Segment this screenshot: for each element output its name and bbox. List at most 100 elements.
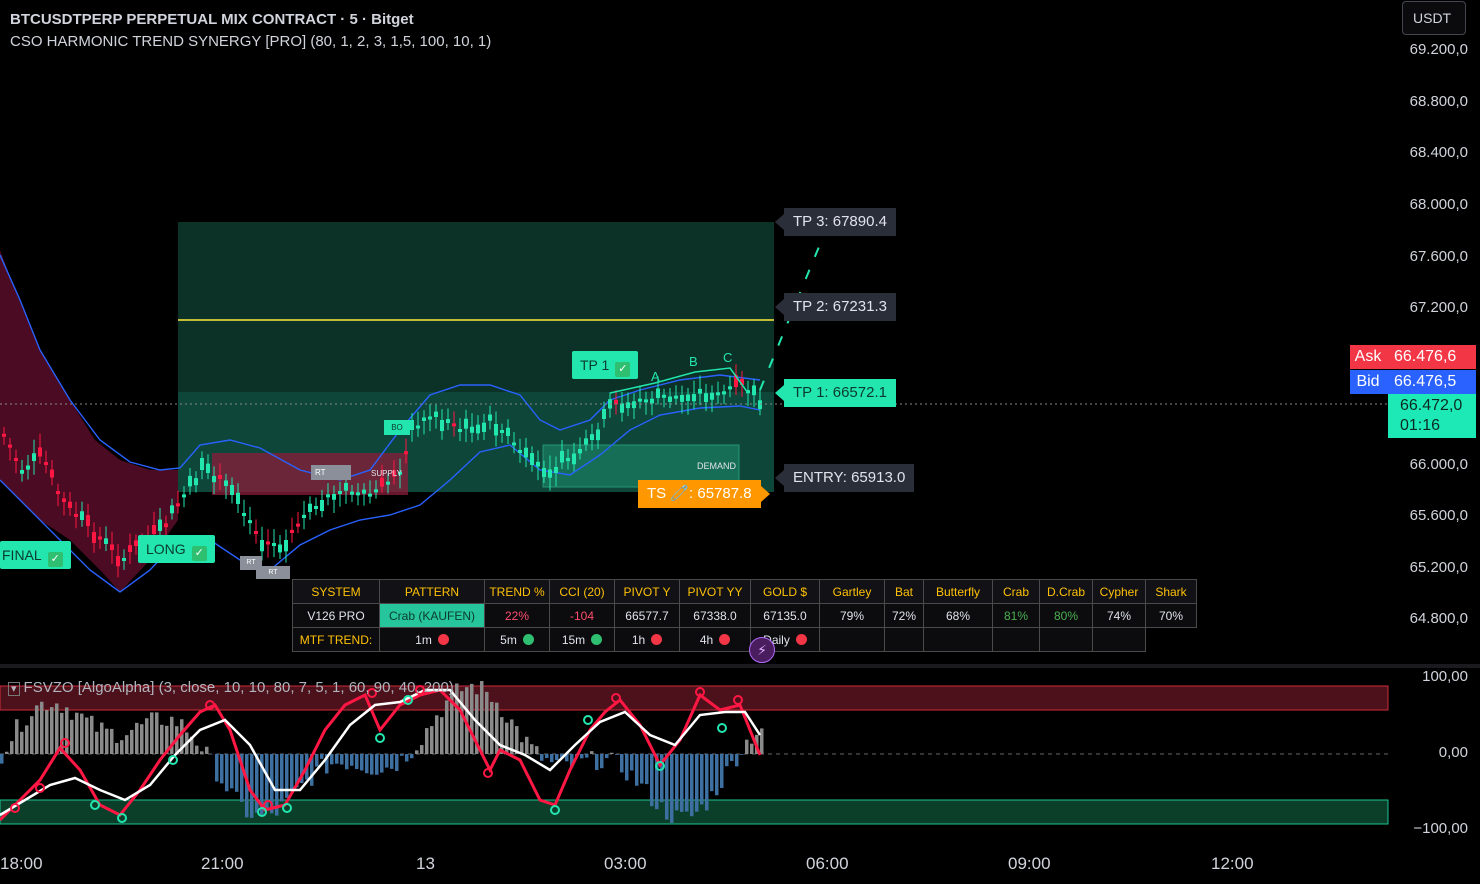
osc-bar	[355, 754, 359, 770]
candle	[374, 489, 378, 493]
osc-bar	[595, 754, 599, 771]
candle	[716, 392, 720, 396]
lightning-icon[interactable]: ⚡	[749, 637, 775, 663]
candle	[452, 423, 456, 427]
osc-bar	[460, 691, 464, 754]
table-header-cell: Bat	[884, 579, 924, 604]
osc-bar	[710, 754, 714, 792]
osc-bar	[615, 754, 619, 755]
candle	[530, 453, 534, 465]
breakout-tag: BO	[384, 420, 410, 435]
candle	[428, 416, 432, 420]
osc-bar	[620, 754, 624, 773]
osc-bar	[200, 751, 204, 754]
osc-bar	[350, 754, 354, 766]
table-header-cell: D.Crab	[1039, 579, 1093, 604]
osc-bar	[680, 754, 684, 812]
candle	[584, 438, 588, 445]
candle	[284, 540, 288, 552]
osc-bar	[365, 754, 369, 774]
osc-bar	[225, 754, 229, 792]
table-cell: 22%	[484, 603, 550, 628]
candle	[500, 430, 504, 433]
ask-label: Ask	[1350, 345, 1386, 369]
osc-bar	[385, 754, 389, 768]
candle	[416, 425, 420, 429]
candle	[620, 403, 624, 413]
osc-bar	[685, 754, 689, 812]
retest-tag: RT	[256, 566, 290, 579]
point-c-label: C	[723, 350, 733, 365]
table-header-cell: SYSTEM	[292, 579, 380, 604]
osc-bar	[690, 754, 694, 817]
time-tick: 06:00	[806, 854, 849, 873]
candle	[434, 411, 438, 417]
osc-bar	[360, 754, 364, 771]
candle	[248, 520, 252, 524]
osc-bar	[675, 754, 679, 811]
retest-tag: RT	[311, 465, 351, 480]
candle	[242, 513, 246, 516]
chart-canvas[interactable]	[0, 0, 1480, 884]
bid-value: 66.476,5	[1386, 370, 1476, 394]
osc-bar	[495, 702, 499, 754]
candle	[542, 468, 546, 477]
mtf-timeframe: 1h	[631, 632, 646, 647]
oscillator-title[interactable]: ▾ FSVZO [AlgoAlpha] (3, close, 10, 10, 80…	[8, 679, 454, 696]
indicator-title[interactable]: CSO HARMONIC TREND SYNERGY [PRO] (80, 1,…	[10, 33, 491, 50]
table-header-cell: Butterfly	[923, 579, 993, 604]
candle	[32, 453, 36, 461]
candle	[350, 491, 354, 495]
candle	[80, 511, 84, 520]
osc-bar	[220, 754, 224, 784]
osc-title-text: FSVZO [AlgoAlpha] (3, close, 10, 10, 80,…	[23, 679, 454, 696]
osc-bar	[670, 754, 674, 823]
candle	[386, 481, 390, 485]
bid-price[interactable]: Bid 66.476,5	[1350, 370, 1476, 394]
osc-bar	[85, 717, 89, 754]
osc-bar	[445, 700, 449, 754]
candle	[104, 538, 108, 544]
osc-bar	[420, 745, 424, 754]
mtf-label: MTF TREND:	[292, 627, 380, 652]
osc-bar	[735, 754, 739, 767]
ask-price[interactable]: Ask 66.476,6	[1350, 345, 1476, 369]
osc-bar	[435, 715, 439, 754]
candle	[116, 556, 120, 567]
osc-bar	[485, 691, 489, 754]
demand-text: DEMAND	[697, 461, 737, 471]
osc-bar	[280, 754, 284, 802]
candle	[26, 465, 30, 470]
symbol-title[interactable]: BTCUSDTPERP PERPETUAL MIX CONTRACT · 5 ·…	[10, 11, 414, 28]
pane-separator[interactable]	[0, 664, 1480, 668]
price-tick: 65.600,0	[1409, 507, 1468, 524]
osc-axis-neg100: −100,00	[1413, 820, 1468, 837]
candle	[296, 523, 300, 527]
osc-bar	[740, 754, 744, 755]
osc-bar	[665, 754, 669, 820]
mtf-cell: 1m	[379, 627, 485, 652]
candle	[344, 482, 348, 491]
table-header-cell: PATTERN	[379, 579, 485, 604]
osc-bar	[25, 725, 29, 754]
candle	[152, 525, 156, 534]
currency-selector[interactable]: USDT	[1402, 1, 1466, 35]
candle	[266, 541, 270, 545]
candle	[476, 424, 480, 434]
candle	[2, 433, 6, 437]
osc-bar	[50, 707, 54, 754]
table-cell: 66577.7	[614, 603, 680, 628]
last-price-badge[interactable]: 66.472,0 01:16	[1388, 394, 1476, 438]
candle	[164, 523, 168, 528]
osc-bar	[230, 754, 234, 789]
candle	[188, 475, 192, 487]
candle	[38, 447, 42, 457]
collapse-icon[interactable]: ▾	[8, 682, 20, 696]
price-tick: 68.400,0	[1409, 144, 1468, 161]
check-icon: ✓	[191, 546, 207, 561]
mtf-cell: 4h	[679, 627, 751, 652]
table-header-row: SYSTEM PATTERN TREND % CCI (20) PIVOT Y PIVOT…	[292, 579, 1197, 604]
empty-cell	[819, 627, 885, 652]
osc-bar	[110, 728, 114, 754]
osc-bar	[135, 722, 139, 754]
